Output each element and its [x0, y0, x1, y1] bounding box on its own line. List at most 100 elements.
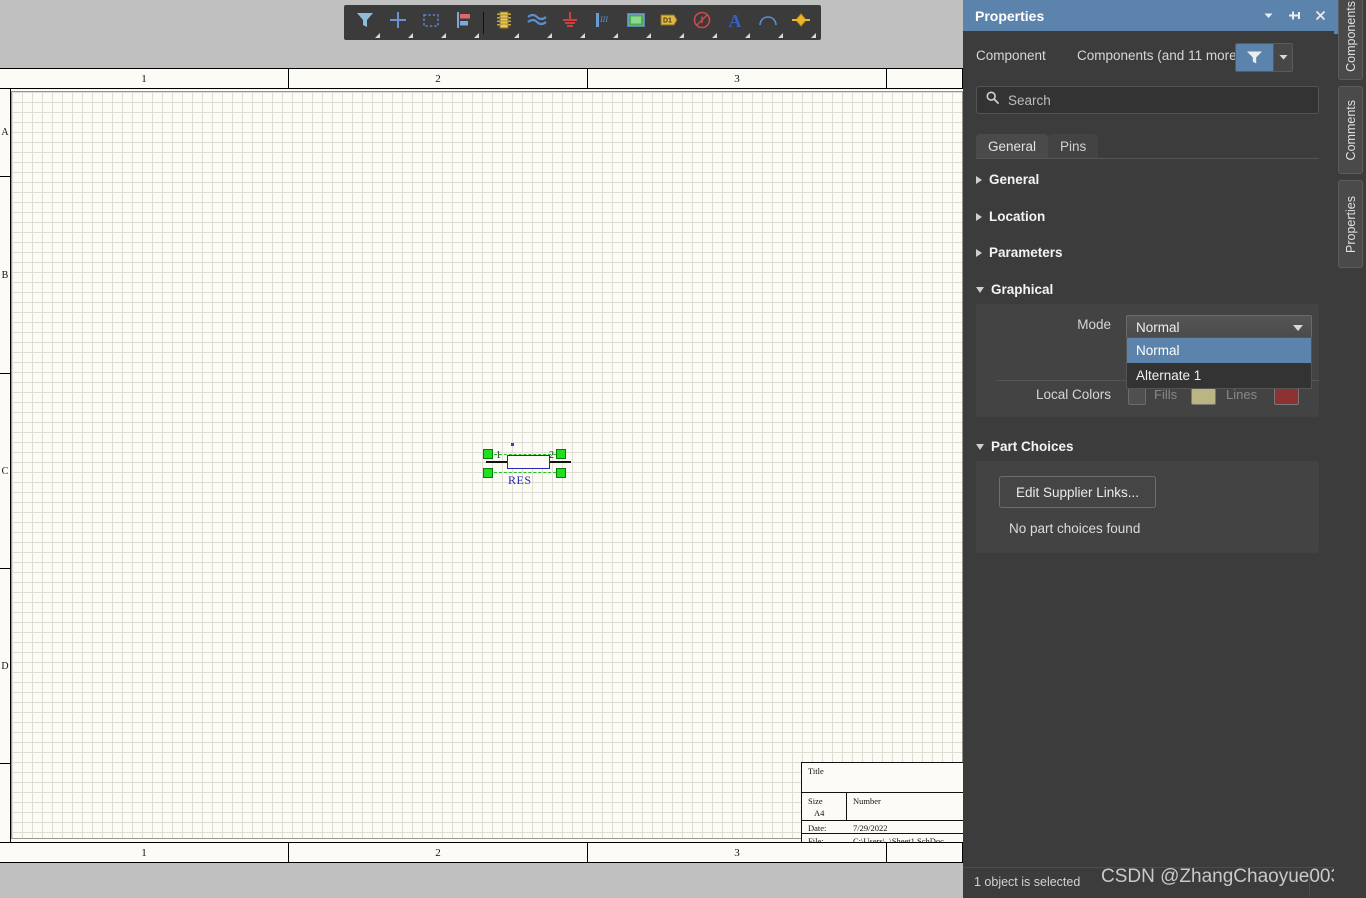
search-input[interactable]: Search — [976, 86, 1319, 114]
dropdown-caret-icon[interactable] — [375, 33, 380, 38]
place-port-tool[interactable]: III — [586, 7, 619, 38]
rubber-band-select-tool[interactable] — [414, 7, 447, 38]
fills-color-swatch[interactable] — [1191, 388, 1216, 405]
application-window: III D1 A 123 ABCD 1 2 RES Title Size A4 … — [0, 0, 1366, 898]
chevron-right-icon — [976, 248, 982, 257]
funnel-icon[interactable] — [1236, 44, 1273, 71]
dropdown-caret-icon[interactable] — [547, 33, 552, 38]
section-label: Location — [989, 209, 1046, 224]
chevron-down-icon — [976, 286, 984, 293]
filter-tool[interactable] — [348, 7, 381, 38]
dropdown-caret-icon[interactable] — [474, 33, 479, 38]
ruler-mark: D — [0, 569, 10, 764]
local-colors-label: Local Colors — [1035, 387, 1111, 402]
ruler-mark: 2 — [289, 843, 588, 862]
dropdown-caret-icon[interactable] — [811, 33, 816, 38]
ruler-mark: 1 — [0, 843, 289, 862]
title-block-divider — [846, 793, 847, 821]
panel-menu-button[interactable] — [1261, 8, 1276, 23]
ruler-mark — [887, 843, 963, 862]
svg-text:III: III — [599, 15, 608, 24]
section-header-graphical[interactable]: Graphical — [976, 282, 1053, 297]
section-label: Graphical — [991, 282, 1054, 297]
dropdown-option-normal[interactable]: Normal — [1127, 338, 1311, 363]
object-type-row: Component Components (and 11 more) — [963, 40, 1334, 78]
tab-general[interactable]: General — [976, 134, 1049, 158]
section-header-location[interactable]: Location — [976, 209, 1045, 224]
dropdown-caret-icon[interactable] — [646, 33, 651, 38]
tab-pins[interactable]: Pins — [1048, 134, 1099, 158]
dropdown-caret-icon[interactable] — [580, 33, 585, 38]
junction-icon — [790, 9, 812, 36]
pin-number-2: 2 — [549, 450, 554, 461]
chevron-down-icon[interactable] — [1273, 44, 1292, 71]
search-icon — [986, 91, 999, 109]
place-part-tool[interactable] — [487, 7, 520, 38]
dropdown-caret-icon[interactable] — [441, 33, 446, 38]
dropdown-caret-icon[interactable] — [712, 33, 717, 38]
dropdown-caret-icon[interactable] — [408, 33, 413, 38]
selection-handle[interactable] — [556, 468, 566, 478]
place-sheet-symbol-tool[interactable] — [619, 7, 652, 38]
side-tab-properties[interactable]: Properties — [1338, 180, 1363, 268]
lines-label: Lines — [1226, 387, 1258, 402]
place-text-tool[interactable]: A — [718, 7, 751, 38]
ruler-mark: C — [0, 374, 10, 569]
place-sheet-entry-tool[interactable]: D1 — [652, 7, 685, 38]
dropdown-caret-icon[interactable] — [679, 33, 684, 38]
place-wire-tool[interactable] — [520, 7, 553, 38]
mode-dropdown-list[interactable]: Normal Alternate 1 — [1126, 337, 1312, 389]
component-resistor[interactable]: 1 2 RES — [478, 443, 578, 493]
ruler-mark: 3 — [588, 69, 887, 88]
place-arc-tool[interactable] — [751, 7, 784, 38]
chevron-right-icon — [976, 175, 982, 184]
panel-close-button[interactable] — [1313, 8, 1328, 23]
watermark-text: CSDN @ZhangChaoyue0037 — [1101, 866, 1352, 887]
active-bar-toolbar[interactable]: III D1 A — [344, 5, 821, 40]
pin-number-1: 1 — [496, 450, 501, 461]
panel-pin-button[interactable] — [1287, 8, 1302, 23]
side-tab-components[interactable]: Components — [1338, 0, 1363, 80]
section-header-part-choices[interactable]: Part Choices — [976, 439, 1074, 454]
side-tab-comments[interactable]: Comments — [1338, 86, 1363, 174]
properties-panel: Properties Component Components (and 11 … — [963, 0, 1334, 898]
section-header-general[interactable]: General — [976, 172, 1039, 187]
ruler-mark: 1 — [0, 69, 289, 88]
sheet-title-block: Title Size A4 Number Date: 7/29/2022 Fil… — [801, 762, 963, 842]
dropdown-option-alternate-1[interactable]: Alternate 1 — [1127, 363, 1311, 388]
file-value: C:\Users\..\Sheet1.SchDoc — [853, 836, 944, 842]
place-gnd-power-tool[interactable] — [553, 7, 586, 38]
place-crosshair-tool[interactable] — [381, 7, 414, 38]
lines-color-swatch[interactable] — [1274, 388, 1299, 405]
selection-handle[interactable] — [483, 468, 493, 478]
mode-label: Mode — [1077, 317, 1111, 332]
text-a-icon: A — [724, 9, 746, 36]
fills-label: Fills — [1154, 387, 1178, 402]
panel-title-buttons — [1261, 0, 1328, 31]
schematic-canvas[interactable]: 1 2 RES Title Size A4 Number Date: 7/29/… — [11, 89, 963, 842]
sheet-grid[interactable]: 1 2 RES Title Size A4 Number Date: 7/29/… — [11, 91, 963, 842]
component-designator: RES — [508, 473, 532, 487]
align-tool[interactable] — [447, 7, 480, 38]
part-choices-group: Edit Supplier Links... No part choices f… — [976, 461, 1319, 553]
dropdown-caret-icon[interactable] — [745, 33, 750, 38]
local-colors-checkbox[interactable] — [1128, 388, 1146, 405]
funnel-icon — [354, 9, 376, 36]
section-header-parameters[interactable]: Parameters — [976, 245, 1063, 260]
toolbar-separator — [483, 11, 484, 34]
edit-supplier-links-button[interactable]: Edit Supplier Links... — [999, 476, 1157, 508]
selection-handle[interactable] — [483, 449, 493, 459]
place-no-erc-tool[interactable] — [685, 7, 718, 38]
selection-handle[interactable] — [556, 449, 566, 459]
dropdown-caret-icon[interactable] — [514, 33, 519, 38]
panel-title-label: Properties — [975, 7, 1045, 24]
place-junction-tool[interactable] — [784, 7, 817, 38]
dropdown-caret-icon[interactable] — [778, 33, 783, 38]
dropdown-caret-icon[interactable] — [613, 33, 618, 38]
component-origin-marker — [511, 443, 514, 446]
sheet-entry-icon: D1 — [658, 9, 680, 36]
section-label: Parameters — [989, 245, 1063, 260]
date-value: 7/29/2022 — [853, 823, 888, 833]
chevron-down-icon — [976, 443, 984, 450]
ground-icon — [559, 9, 581, 36]
